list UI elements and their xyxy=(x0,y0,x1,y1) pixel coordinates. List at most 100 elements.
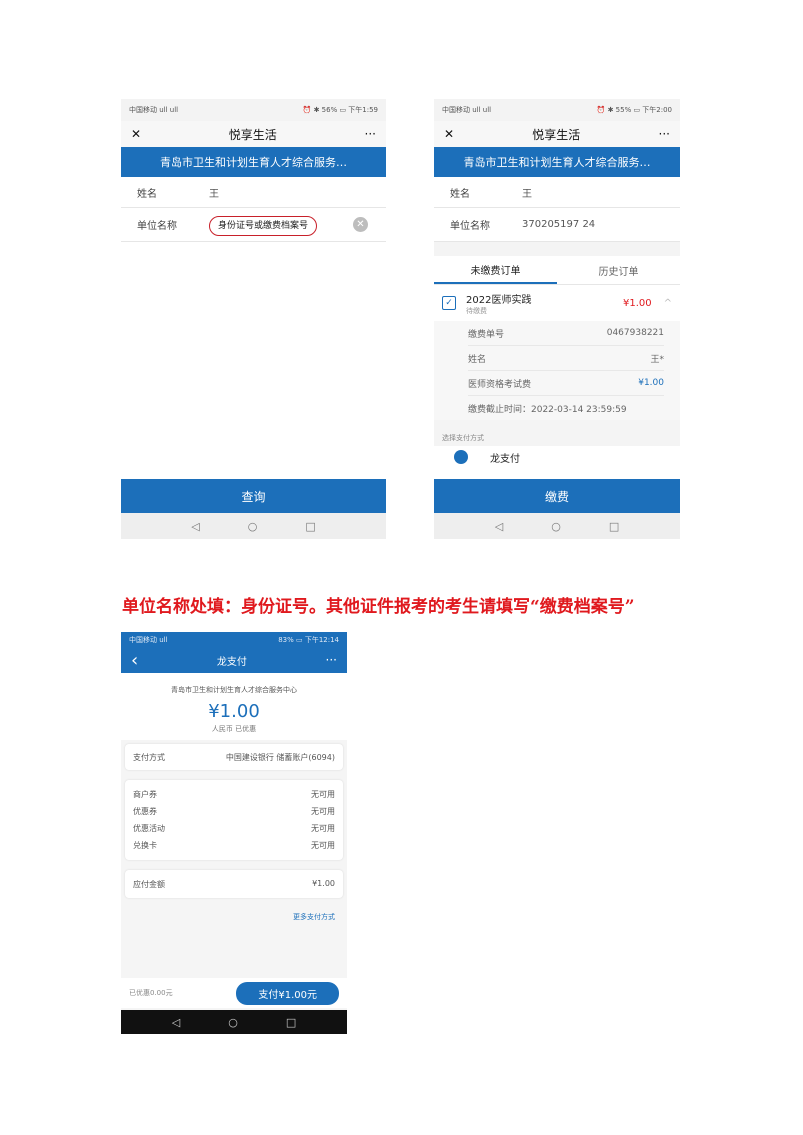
unit-label: 单位名称 xyxy=(137,221,177,232)
status-right: ⏰ ✱ 56% ▭ 下午1:59 xyxy=(302,106,378,114)
payable-value: ¥1.00 xyxy=(312,878,335,888)
status-bar: 中国移动 ull 83% ▭ 下午12:14 xyxy=(121,632,347,647)
service-banner: 青岛市卫生和计划生育人才综合服务… xyxy=(434,147,680,177)
order-status: 待缴费 xyxy=(466,306,487,315)
pay-method-row[interactable]: 支付方式 中国建设银行 储蓄账户(6094) xyxy=(125,744,343,770)
order-item[interactable]: ✓ 2022医师实践 待缴费 ¥1.00 ^ xyxy=(434,285,680,321)
chevron-up-icon[interactable]: ^ xyxy=(664,298,672,309)
coupon-label: 优惠活动 xyxy=(133,824,165,833)
coupon-value: 无可用 xyxy=(311,790,335,799)
home-nav-icon[interactable]: ○ xyxy=(551,520,561,533)
deadline-row: 缴费截止时间：2022-03-14 23:59:59 xyxy=(468,396,664,420)
back-icon[interactable]: ‹ xyxy=(131,650,138,671)
coupon-value: 无可用 xyxy=(311,824,335,833)
pay-method-label: 支付方式 xyxy=(133,752,165,762)
pay-method-label: 选择支付方式 xyxy=(434,430,680,446)
longpay-icon xyxy=(454,450,468,464)
recent-nav-icon[interactable]: □ xyxy=(305,520,315,533)
title-bar: ✕ 悦享生活 ··· xyxy=(121,121,386,147)
android-nav-bar: ◁ ○ □ xyxy=(434,513,680,539)
detail-value: ¥1.00 xyxy=(638,378,664,388)
more-pay-methods-link[interactable]: 更多支付方式 xyxy=(121,898,347,922)
bottom-pay-bar: 已优惠0.00元 支付¥1.00元 xyxy=(121,978,347,1008)
recent-nav-icon[interactable]: □ xyxy=(286,1016,296,1029)
page-title: 悦享生活 xyxy=(228,127,277,142)
home-nav-icon[interactable]: ○ xyxy=(228,1016,238,1029)
page-title: 悦享生活 xyxy=(532,127,581,142)
coupon-value: 无可用 xyxy=(311,807,335,816)
payable-label: 应付金额 xyxy=(133,879,165,889)
checkbox-icon[interactable]: ✓ xyxy=(442,296,456,310)
more-icon[interactable]: ··· xyxy=(326,653,337,667)
status-bar: 中国移动 ull ull ⏰ ✱ 55% ▭ 下午2:00 xyxy=(434,99,680,121)
tab-unpaid[interactable]: 未缴费订单 xyxy=(434,256,557,284)
merchant-name: 青岛市卫生和计划生育人才综合服务中心 xyxy=(171,686,297,694)
status-left: 中国移动 ull ull xyxy=(442,106,492,114)
close-icon[interactable]: ✕ xyxy=(444,127,454,141)
header: 中国移动 ull 83% ▭ 下午12:14 ‹ 龙支付 ··· xyxy=(121,632,347,673)
name-label: 姓名 xyxy=(137,188,157,200)
unit-input[interactable]: 身份证号或缴费档案号 xyxy=(209,216,370,236)
name-row[interactable]: 姓名 王 xyxy=(121,177,386,208)
confirm-pay-button[interactable]: 支付¥1.00元 xyxy=(236,981,339,1005)
amount-subtext: 人民币 已优惠 xyxy=(211,725,257,733)
deadline-text: 缴费截止时间：2022-03-14 23:59:59 xyxy=(468,404,627,415)
name-value: 王 xyxy=(522,188,532,200)
coupon-row[interactable]: 优惠活动 无可用 xyxy=(125,820,343,837)
name-label: 姓名 xyxy=(450,188,470,200)
detail-row: 姓名 王* xyxy=(468,346,664,371)
coupon-row[interactable]: 优惠券 无可用 xyxy=(125,803,343,820)
unit-row: 单位名称 370205197 24 xyxy=(434,208,680,242)
order-tabs: 未缴费订单 历史订单 xyxy=(434,256,680,285)
coupon-row[interactable]: 商户券 无可用 xyxy=(125,786,343,803)
clear-icon[interactable]: ✕ xyxy=(353,217,368,232)
tab-history[interactable]: 历史订单 xyxy=(557,256,680,284)
unit-row[interactable]: 单位名称 身份证号或缴费档案号 ✕ xyxy=(121,208,386,242)
name-value[interactable]: 王 xyxy=(209,185,370,200)
title-bar: ✕ 悦享生活 ··· xyxy=(434,121,680,147)
section-gap xyxy=(434,420,680,430)
coupon-value: 无可用 xyxy=(311,841,335,850)
detail-label: 姓名 xyxy=(468,354,487,365)
pay-button[interactable]: 缴费 xyxy=(434,479,680,513)
coupon-row[interactable]: 兑换卡 无可用 xyxy=(125,837,343,854)
discount-text: 已优惠0.00元 xyxy=(129,989,173,997)
section-gap xyxy=(434,242,680,256)
more-icon[interactable]: ··· xyxy=(365,127,376,141)
name-row: 姓名 王 xyxy=(434,177,680,208)
home-nav-icon[interactable]: ○ xyxy=(248,520,258,533)
title-bar: ‹ 龙支付 ··· xyxy=(121,647,347,673)
detail-value: 王* xyxy=(650,354,664,365)
detail-label: 缴费单号 xyxy=(468,329,505,340)
close-icon[interactable]: ✕ xyxy=(131,127,141,141)
recent-nav-icon[interactable]: □ xyxy=(609,520,619,533)
pay-amount: ¥1.00 xyxy=(208,701,260,722)
detail-label: 医师资格考试费 xyxy=(468,379,532,390)
coupon-card: 商户券 无可用 优惠券 无可用 优惠活动 无可用 兑换卡 无可用 xyxy=(125,780,343,860)
back-nav-icon[interactable]: ◁ xyxy=(495,520,503,533)
instruction-caption: 单位名称处填：身份证号。其他证件报考的考生请填写“缴费档案号” xyxy=(122,597,635,617)
coupon-label: 优惠券 xyxy=(133,807,157,816)
amount-section: 青岛市卫生和计划生育人才综合服务中心 ¥1.00 人民币 已优惠 xyxy=(121,673,347,740)
status-right: ⏰ ✱ 55% ▭ 下午2:00 xyxy=(596,106,672,114)
query-button[interactable]: 查询 xyxy=(121,479,386,513)
status-left: 中国移动 ull xyxy=(129,635,168,644)
coupon-label: 兑换卡 xyxy=(133,841,157,850)
page-title: 龙支付 xyxy=(216,656,247,668)
back-nav-icon[interactable]: ◁ xyxy=(191,520,199,533)
detail-value: 0467938221 xyxy=(606,328,664,338)
more-icon[interactable]: ··· xyxy=(659,127,670,141)
pay-option-longpay[interactable]: 龙支付 xyxy=(434,446,680,468)
back-nav-icon[interactable]: ◁ xyxy=(172,1016,180,1029)
phone-order-screen: 中国移动 ull ull ⏰ ✱ 55% ▭ 下午2:00 ✕ 悦享生活 ···… xyxy=(434,99,680,539)
android-nav-bar: ◁ ○ □ xyxy=(121,1010,347,1034)
status-right: 83% ▭ 下午12:14 xyxy=(278,635,339,644)
pay-method-value: 中国建设银行 储蓄账户(6094) xyxy=(225,752,335,762)
order-title: 2022医师实践 xyxy=(466,294,532,306)
status-bar: 中国移动 ull ull ⏰ ✱ 56% ▭ 下午1:59 xyxy=(121,99,386,121)
status-left: 中国移动 ull ull xyxy=(129,106,179,114)
android-nav-bar: ◁ ○ □ xyxy=(121,513,386,539)
order-amount: ¥1.00 xyxy=(622,297,652,309)
unit-placeholder-highlight: 身份证号或缴费档案号 xyxy=(209,216,318,236)
service-banner: 青岛市卫生和计划生育人才综合服务… xyxy=(121,147,386,177)
